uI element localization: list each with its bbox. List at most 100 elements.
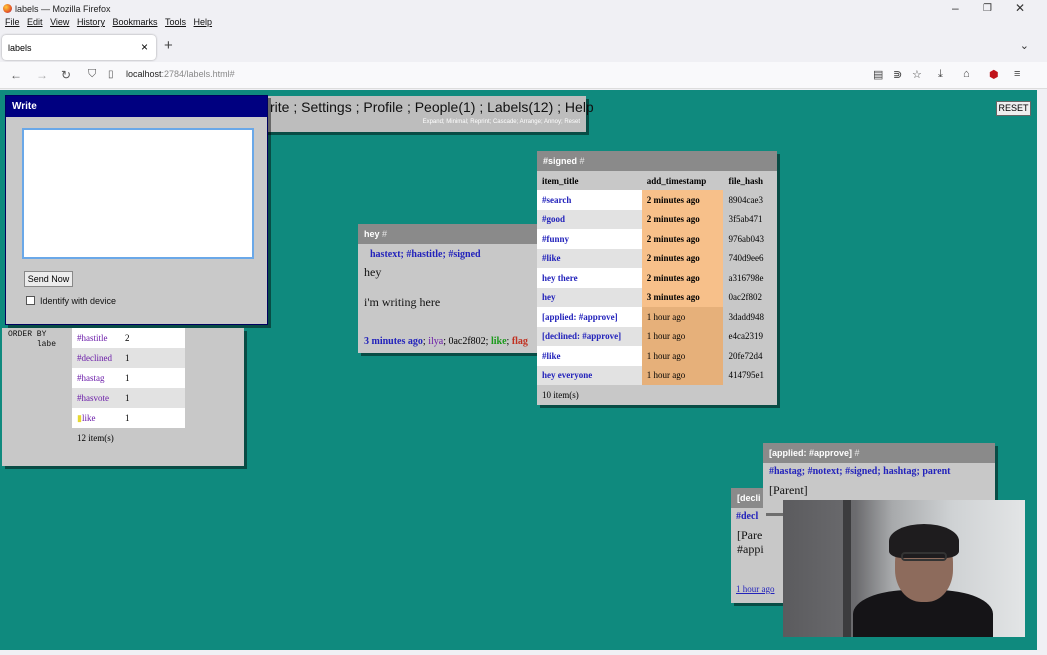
- signed-table: item_title add_timestamp file_hash #sear…: [537, 171, 777, 385]
- hey-title: hey: [364, 229, 380, 239]
- send-now-button[interactable]: Send Now: [24, 271, 73, 287]
- column-header[interactable]: file_hash: [723, 171, 777, 190]
- table-row: #hasvote 1: [72, 388, 185, 408]
- flag-link[interactable]: flag: [512, 336, 528, 347]
- approve-body: [Parent]: [769, 483, 808, 497]
- tag-links[interactable]: #hastag; #notext; #signed; hashtag; pare…: [769, 466, 951, 477]
- hamburger-menu-icon[interactable]: ≡: [1014, 68, 1020, 80]
- top-menu-links[interactable]: rite ; Settings ; Profile ; People(1) ; …: [270, 99, 594, 115]
- like-link[interactable]: like: [491, 336, 507, 347]
- bookmark-star-icon[interactable]: ☆: [912, 68, 922, 81]
- rss-icon[interactable]: ⋑: [893, 68, 902, 81]
- tag-link[interactable]: #signed: [448, 249, 480, 260]
- time-cell: 3 minutes ago: [641, 287, 724, 307]
- close-tab-icon[interactable]: ×: [141, 40, 148, 54]
- forward-icon[interactable]: →: [36, 68, 48, 82]
- extensions-icon[interactable]: ⌂: [963, 68, 970, 80]
- hash-cell: a316798e: [723, 268, 777, 288]
- menu-tools[interactable]: Tools: [165, 17, 186, 27]
- item-link[interactable]: hey everyone: [542, 370, 592, 380]
- user-link[interactable]: ilya: [428, 336, 443, 347]
- hash-cell: 414795e1: [723, 365, 777, 385]
- signed-hash[interactable]: #: [580, 156, 585, 166]
- ublock-icon[interactable]: ⬢: [989, 68, 999, 81]
- item-link[interactable]: #like: [542, 351, 561, 361]
- item-link[interactable]: #good: [542, 214, 565, 224]
- reload-icon[interactable]: ↻: [61, 68, 71, 82]
- window-title: labels — Mozilla Firefox: [15, 4, 111, 14]
- maximize-icon[interactable]: ❐: [983, 3, 992, 14]
- write-title[interactable]: Write: [6, 96, 267, 117]
- hash-cell: 740d9ee6: [723, 248, 777, 268]
- time-cell: 2 minutes ago: [641, 209, 724, 229]
- table-row: #hastag 1: [72, 368, 185, 388]
- label-link[interactable]: #hasvote: [77, 393, 109, 403]
- tag-link[interactable]: #decl: [736, 511, 758, 522]
- table-header: item_title add_timestamp file_hash: [537, 171, 777, 190]
- url-path: :2784/labels.html#: [161, 69, 235, 79]
- tag-link[interactable]: hastext;: [370, 249, 404, 260]
- top-menu-actions[interactable]: Expand; Minimal; Reprint; Cascade; Arran…: [423, 119, 580, 125]
- label-count: 1: [125, 373, 130, 383]
- checkbox-icon[interactable]: [26, 296, 35, 305]
- hash-cell: 8904cae3: [723, 190, 777, 210]
- column-header[interactable]: item_title: [537, 171, 642, 190]
- menu-bar: File Edit View History Bookmarks Tools H…: [0, 17, 212, 31]
- title-cell: #search: [537, 190, 642, 210]
- item-link[interactable]: #search: [542, 195, 571, 205]
- table-row: #search 2 minutes ago 8904cae3: [537, 190, 777, 210]
- table-row: [declined: #approve] 1 hour ago e4ca2319: [537, 326, 777, 346]
- menu-bookmarks[interactable]: Bookmarks: [112, 17, 157, 27]
- downloads-icon[interactable]: ⤓: [938, 68, 943, 81]
- label-link[interactable]: #hastitle: [77, 333, 108, 343]
- table-row: #funny 2 minutes ago 976ab043: [537, 229, 777, 249]
- close-window-icon[interactable]: ✕: [1015, 1, 1025, 15]
- tag-link[interactable]: #hastitle;: [406, 249, 445, 260]
- label-link[interactable]: like: [82, 413, 96, 423]
- hash-cell: e4ca2319: [723, 326, 777, 346]
- reset-button[interactable]: RESET: [996, 101, 1031, 116]
- label-link[interactable]: #declined: [77, 353, 112, 363]
- firefox-logo-icon: [3, 4, 12, 13]
- hey-meta: 3 minutes ago; ilya; 0ac2f802; like; fla…: [364, 336, 528, 347]
- menu-history[interactable]: History: [77, 17, 105, 27]
- label-link[interactable]: #hastag: [77, 373, 105, 383]
- table-row: [applied: #approve] 1 hour ago 3dadd948: [537, 307, 777, 327]
- new-tab-icon[interactable]: +: [164, 37, 173, 54]
- approve-header[interactable]: [applied: #approve] #: [763, 443, 995, 463]
- webcam-person-glasses: [901, 552, 947, 561]
- item-link[interactable]: #funny: [542, 234, 569, 244]
- item-link[interactable]: #like: [542, 253, 561, 263]
- tab-labels[interactable]: labels ×: [2, 35, 156, 60]
- shield-icon[interactable]: ⛉: [88, 68, 96, 81]
- menu-view[interactable]: View: [50, 17, 69, 27]
- approve-hash[interactable]: #: [855, 448, 860, 458]
- hey-item-window: hey # hastext; #hastitle; #signed hey i'…: [358, 224, 544, 353]
- identify-checkbox[interactable]: Identify with device: [26, 296, 116, 306]
- minimize-icon[interactable]: –: [952, 1, 959, 15]
- back-icon[interactable]: ←: [10, 68, 22, 82]
- column-header[interactable]: add_timestamp: [641, 171, 724, 190]
- menu-edit[interactable]: Edit: [27, 17, 43, 27]
- item-link[interactable]: hey there: [542, 273, 578, 283]
- hey-header[interactable]: hey #: [358, 224, 544, 244]
- item-link[interactable]: [declined: #approve]: [542, 331, 621, 341]
- hey-hash[interactable]: #: [382, 229, 387, 239]
- tab-label: labels: [8, 43, 32, 53]
- item-link[interactable]: hey: [542, 292, 556, 302]
- webcam-background: [843, 500, 851, 637]
- title-cell: #like: [537, 248, 642, 268]
- menu-help[interactable]: Help: [194, 17, 213, 27]
- page-content: rite ; Settings ; Profile ; People(1) ; …: [0, 90, 1037, 650]
- menu-file[interactable]: File: [5, 17, 20, 27]
- signed-header[interactable]: #signed #: [537, 151, 777, 171]
- write-textarea[interactable]: [22, 128, 254, 259]
- time-link[interactable]: 3 minutes ago: [364, 336, 423, 347]
- title-cell: [applied: #approve]: [537, 307, 642, 327]
- list-tabs-icon[interactable]: ⌄: [1020, 39, 1029, 52]
- item-link[interactable]: [applied: #approve]: [542, 312, 618, 322]
- reader-view-icon[interactable]: ▤: [873, 68, 883, 81]
- declined-time-link[interactable]: 1 hour ago: [736, 584, 775, 594]
- url-bar[interactable]: localhost:2784/labels.html#: [126, 69, 235, 79]
- table-row: hey there 2 minutes ago a316798e: [537, 268, 777, 288]
